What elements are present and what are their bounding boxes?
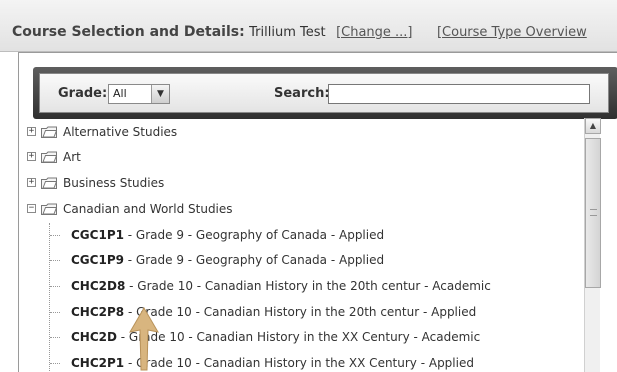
chevron-down-icon[interactable]: ▼ [151,85,169,103]
course-code: CHC2D8 [71,279,126,293]
tree-connector [50,260,60,261]
search-label: Search: [274,86,330,101]
page-title: Course Selection and Details: [12,24,245,40]
course-code: CHC2D [71,330,117,344]
course-code: CHC2P8 [71,305,125,319]
tree-category-label: Art [63,150,81,164]
tree-category-label: Canadian and World Studies [63,202,233,216]
course-desc: - Grade 9 - Geography of Canada - Applie… [123,228,385,242]
scrollbar-thumb[interactable] [585,138,601,288]
course-code: CGC1P9 [71,253,124,267]
folder-icon [41,126,57,138]
course-name: Trillium Test [249,25,326,40]
course-desc: - Grade 10 - Canadian History in the XX … [116,330,481,344]
tree-category-label: Alternative Studies [63,125,178,139]
course-desc: - Grade 10 - Canadian History in the 20t… [125,279,491,293]
tree-connector [50,312,60,313]
course-code: CGC1P1 [71,228,124,242]
tree-category-label: Business Studies [63,176,165,190]
course-tree: + Alternative Studies + Art + Business S… [19,121,579,372]
scrollbar-grip-icon [590,209,597,216]
course-desc: - Grade 9 - Geography of Canada - Applie… [123,253,385,267]
change-link[interactable]: [Change ...] [336,25,412,40]
header-row: Course Selection and Details: Trillium T… [12,24,587,40]
grade-select[interactable]: All ▼ [108,84,170,104]
filter-bar-inner: Grade: All ▼ Search: [39,73,609,113]
course-code: CHC2P1 [71,356,125,370]
course-label: CGC1P1 - Grade 9 - Geography of Canada -… [71,224,384,246]
plus-box-icon[interactable]: + [27,127,36,136]
tree-connector-line [49,223,50,372]
search-input[interactable] [328,84,590,104]
plus-box-icon[interactable]: + [27,178,36,187]
course-label: CGC1P9 - Grade 9 - Geography of Canada -… [71,249,384,271]
plus-box-icon[interactable]: + [27,152,36,161]
scroll-up-arrow-icon[interactable]: ▲ [585,118,601,134]
filter-bar: Grade: All ▼ Search: [33,67,617,119]
minus-box-icon[interactable]: − [27,204,36,213]
arrow-pointer-icon [129,307,159,371]
page-header: Course Selection and Details: Trillium T… [0,0,617,52]
course-desc: - Grade 10 - Canadian History in the 20t… [124,305,477,319]
folder-open-icon [41,203,57,215]
course-label: CHC2D8 - Grade 10 - Canadian History in … [71,275,491,297]
grade-select-value: All [113,87,127,100]
folder-icon [41,177,57,189]
tree-connector [50,363,60,364]
folder-icon [41,151,57,163]
grade-label: Grade: [58,86,108,101]
tree-connector [50,337,60,338]
tree-scrollbar[interactable]: ▲ [584,118,601,372]
course-type-overview-link[interactable]: [Course Type Overview [437,25,587,40]
course-desc: - Grade 10 - Canadian History in the XX … [124,356,474,370]
course-panel: Grade: All ▼ Search: + Alternative Studi… [18,52,617,372]
tree-connector [50,286,60,287]
tree-connector [50,235,60,236]
